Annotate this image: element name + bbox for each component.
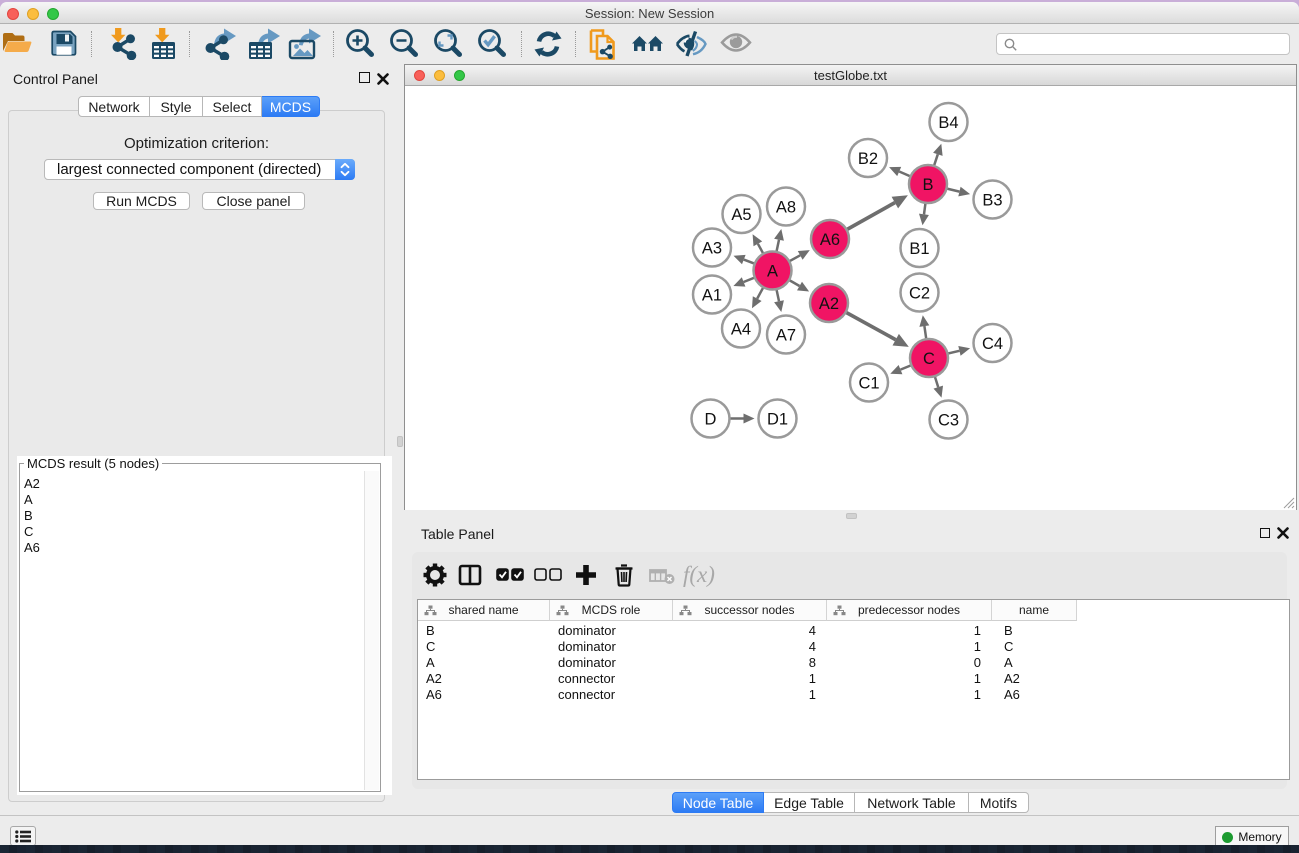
svg-text:B4: B4 bbox=[938, 114, 958, 132]
svg-text:A5: A5 bbox=[731, 206, 751, 224]
svg-text:A4: A4 bbox=[731, 321, 751, 339]
svg-text:B1: B1 bbox=[909, 240, 929, 258]
svg-text:C2: C2 bbox=[909, 285, 930, 303]
svg-text:D: D bbox=[705, 411, 717, 429]
svg-text:A6: A6 bbox=[820, 231, 840, 249]
svg-text:A: A bbox=[767, 263, 778, 281]
svg-text:A2: A2 bbox=[819, 295, 839, 313]
svg-text:C: C bbox=[923, 350, 935, 368]
svg-text:A1: A1 bbox=[702, 287, 722, 305]
svg-text:A3: A3 bbox=[702, 240, 722, 258]
svg-text:C4: C4 bbox=[982, 335, 1003, 353]
svg-text:A7: A7 bbox=[776, 327, 796, 345]
svg-text:B3: B3 bbox=[982, 192, 1002, 210]
svg-text:B2: B2 bbox=[858, 150, 878, 168]
svg-text:D1: D1 bbox=[767, 411, 788, 429]
svg-text:B: B bbox=[922, 176, 933, 194]
svg-text:C3: C3 bbox=[938, 412, 959, 430]
svg-text:A8: A8 bbox=[776, 199, 796, 217]
svg-text:C1: C1 bbox=[858, 375, 879, 393]
